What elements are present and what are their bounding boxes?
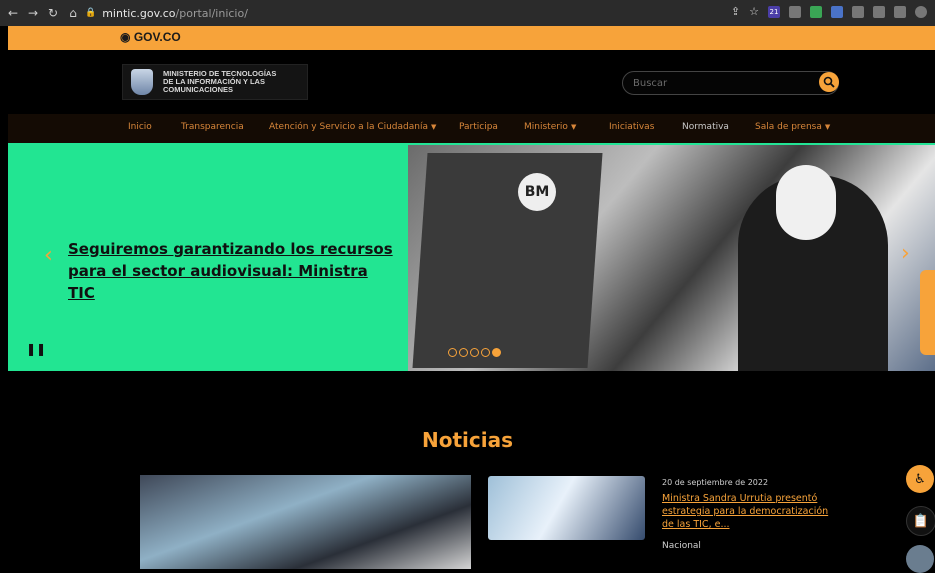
carousel-indicators — [448, 348, 501, 357]
govco-emblem-icon: ◉ — [120, 30, 134, 44]
check-extension-icon[interactable] — [810, 5, 822, 18]
nav-item-normativa[interactable]: Normativa — [682, 122, 729, 132]
caret-down-icon: ▼ — [824, 123, 831, 131]
nav-item-sala-de-prensa[interactable]: Sala de prensa ▼ — [755, 122, 830, 132]
carousel-dot[interactable] — [459, 348, 468, 357]
carousel-pause-icon[interactable]: ❚❚ — [26, 342, 46, 356]
nav-item-label: Atención y Servicio a la Ciudadanía — [269, 122, 428, 132]
banner-flag — [412, 153, 603, 368]
puzzle-extension-icon[interactable] — [852, 5, 864, 18]
reading-list-icon[interactable] — [873, 5, 885, 18]
nav-item-label: Ministerio — [524, 122, 568, 132]
search-box — [622, 71, 839, 95]
browser-toolbar: ← → ↻ ⌂ 🔒 mintic.gov.co/portal/inicio/ ⇪… — [0, 0, 935, 26]
govco-bar: ◉ GOV.CO — [8, 26, 935, 50]
nav-item-inicio[interactable]: Inicio — [128, 122, 152, 132]
nav-item-ministerio[interactable]: Ministerio ▼ — [524, 122, 576, 132]
bookmark-star-icon[interactable]: ☆ — [749, 5, 759, 18]
url-host: mintic.gov.co — [102, 6, 176, 20]
address-bar[interactable]: 🔒 mintic.gov.co/portal/inicio/ — [85, 4, 715, 22]
caret-down-icon: ▼ — [431, 123, 437, 131]
profile-icon[interactable] — [915, 5, 927, 18]
news-title-link[interactable]: Ministra Sandra Urrutia presentó estrate… — [662, 492, 832, 531]
accessibility-button[interactable]: ♿ — [906, 465, 934, 493]
carousel-prev-icon[interactable]: ‹ — [44, 243, 53, 268]
news-date: 20 de septiembre de 2022 — [662, 478, 769, 487]
nav-item-label: Sala de prensa — [755, 122, 822, 132]
caret-down-icon: ▼ — [570, 123, 577, 131]
accessibility-icon: ♿ — [914, 471, 926, 487]
hero-headline-link[interactable]: Seguiremos garantizando los recursos par… — [68, 238, 398, 304]
forward-icon[interactable]: → — [26, 6, 40, 20]
hero-carousel: BM Seguiremos garantizando los recursos … — [8, 145, 935, 371]
nav-item-atencion[interactable]: Atención y Servicio a la Ciudadanía ▼ — [269, 122, 436, 132]
sidebar-icon[interactable] — [894, 5, 906, 18]
news-section-title: Noticias — [421, 428, 513, 452]
speaker-head — [776, 165, 836, 240]
main-navigation: Inicio Transparencia Atención y Servicio… — [8, 114, 935, 145]
nav-item-transparencia[interactable]: Transparencia — [181, 122, 244, 132]
nav-item-participa[interactable]: Participa — [459, 122, 498, 132]
lock-icon: 🔒 — [85, 8, 97, 18]
extensions-area: ⇪ ☆ 21 — [731, 5, 927, 18]
flag-logo: BM — [518, 173, 556, 211]
back-icon[interactable]: ← — [6, 6, 20, 20]
carousel-next-icon[interactable]: › — [901, 241, 910, 266]
camera-extension-icon[interactable] — [789, 5, 801, 18]
translate-extension-icon[interactable] — [831, 5, 843, 18]
clipboard-icon: 📋 — [912, 513, 930, 529]
news-thumbnail[interactable] — [488, 476, 645, 540]
search-input[interactable] — [631, 75, 805, 92]
share-icon[interactable]: ⇪ — [731, 5, 740, 18]
search-button[interactable] — [819, 72, 839, 92]
hero-image: BM — [408, 145, 935, 371]
news-category: Nacional — [662, 541, 701, 551]
carousel-dot-active[interactable] — [492, 348, 501, 357]
site-header: MINISTERIO DE TECNOLOGÍAS DE LA INFORMAC… — [8, 50, 935, 114]
clipboard-button[interactable]: 📋 — [906, 506, 935, 536]
carousel-dot[interactable] — [470, 348, 479, 357]
extension-icon[interactable]: 21 — [768, 5, 780, 18]
carousel-dot[interactable] — [448, 348, 457, 357]
side-accessibility-tabs[interactable] — [920, 270, 935, 355]
reload-icon[interactable]: ↻ — [46, 6, 60, 20]
home-icon[interactable]: ⌂ — [66, 6, 80, 20]
featured-news-image[interactable] — [140, 475, 471, 569]
ministry-logo-text: MINISTERIO DE TECNOLOGÍAS DE LA INFORMAC… — [163, 69, 277, 94]
nav-item-iniciativas[interactable]: Iniciativas — [609, 122, 654, 132]
url-path: /portal/inicio/ — [175, 6, 248, 20]
govco-logo[interactable]: ◉ GOV.CO — [120, 30, 181, 44]
coat-of-arms-icon — [131, 69, 153, 95]
search-icon — [823, 76, 835, 88]
carousel-dot[interactable] — [481, 348, 490, 357]
ministry-logo[interactable]: MINISTERIO DE TECNOLOGÍAS DE LA INFORMAC… — [122, 64, 308, 100]
